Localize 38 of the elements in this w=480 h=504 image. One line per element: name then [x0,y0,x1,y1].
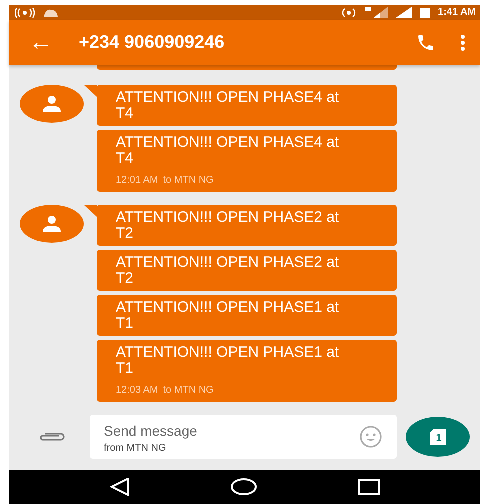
recipient-label: to MTN NG [163,384,214,398]
recents-nav-icon[interactable] [358,479,380,495]
conversation-title: +234 9060909246 [79,31,225,54]
back-nav-icon[interactable] [110,478,130,496]
message-field[interactable]: Send message from MTN NG [90,414,397,458]
bubble-tail [84,205,97,217]
emoji-icon[interactable] [359,424,383,448]
hotspot-icon [15,8,35,18]
signal-icon [364,7,388,18]
message-bubble[interactable]: ATTENTION!!! OPEN PHASE1 at T1 12:03 AM to MTN NG [97,340,397,402]
message-text: ATTENTION!!! OPEN PHASE4 at T4 [116,135,340,167]
message-bubble[interactable]: ATTENTION!!! OPEN PHASE4 at T4 [97,85,397,126]
message-text: ATTENTION!!! OPEN PHASE2 at T2 [116,210,340,242]
message-bubble[interactable]: ATTENTION!!! OPEN PHASE1 at T1 [97,295,397,336]
sender-label: from MTN NG [104,444,168,454]
message-text: ATTENTION!!! OPEN PHASE1 at T1 [116,345,340,377]
send-button[interactable]: 1 [406,416,470,456]
back-button[interactable]: ← [29,30,53,54]
message-text: ATTENTION!!! OPEN PHASE2 at T2 [116,255,340,287]
contact-avatar[interactable] [20,205,84,243]
bubble-tail [84,85,97,97]
message-text: ATTENTION!!! OPEN PHASE4 at T4 [116,90,340,122]
message-text: ATTENTION!!! OPEN PHASE1 at T1 [116,300,340,332]
message-bubble[interactable]: ATTENTION!!! OPEN PHASE4 at T4 12:01 AM to MTN NG [97,130,397,192]
phone-icon[interactable] [416,32,436,52]
signal-icon [396,7,412,18]
more-options-icon[interactable] [460,34,466,52]
sim-card-icon: 1 [429,428,447,446]
recipient-label: to MTN NG [163,174,214,188]
contact-avatar[interactable] [20,85,84,123]
battery-icon [420,7,430,18]
home-nav-icon[interactable] [230,478,256,496]
message-time: 12:01 AM [116,174,158,188]
message-bubble[interactable]: ATTENTION!!! OPEN PHASE2 at T2 [97,205,397,246]
clock: 1:41 AM [438,6,476,20]
message-time: 12:03 AM [116,384,158,398]
message-bubble[interactable]: ATTENTION!!! OPEN PHASE2 at T2 [97,250,397,291]
hotspot-icon [342,8,356,18]
